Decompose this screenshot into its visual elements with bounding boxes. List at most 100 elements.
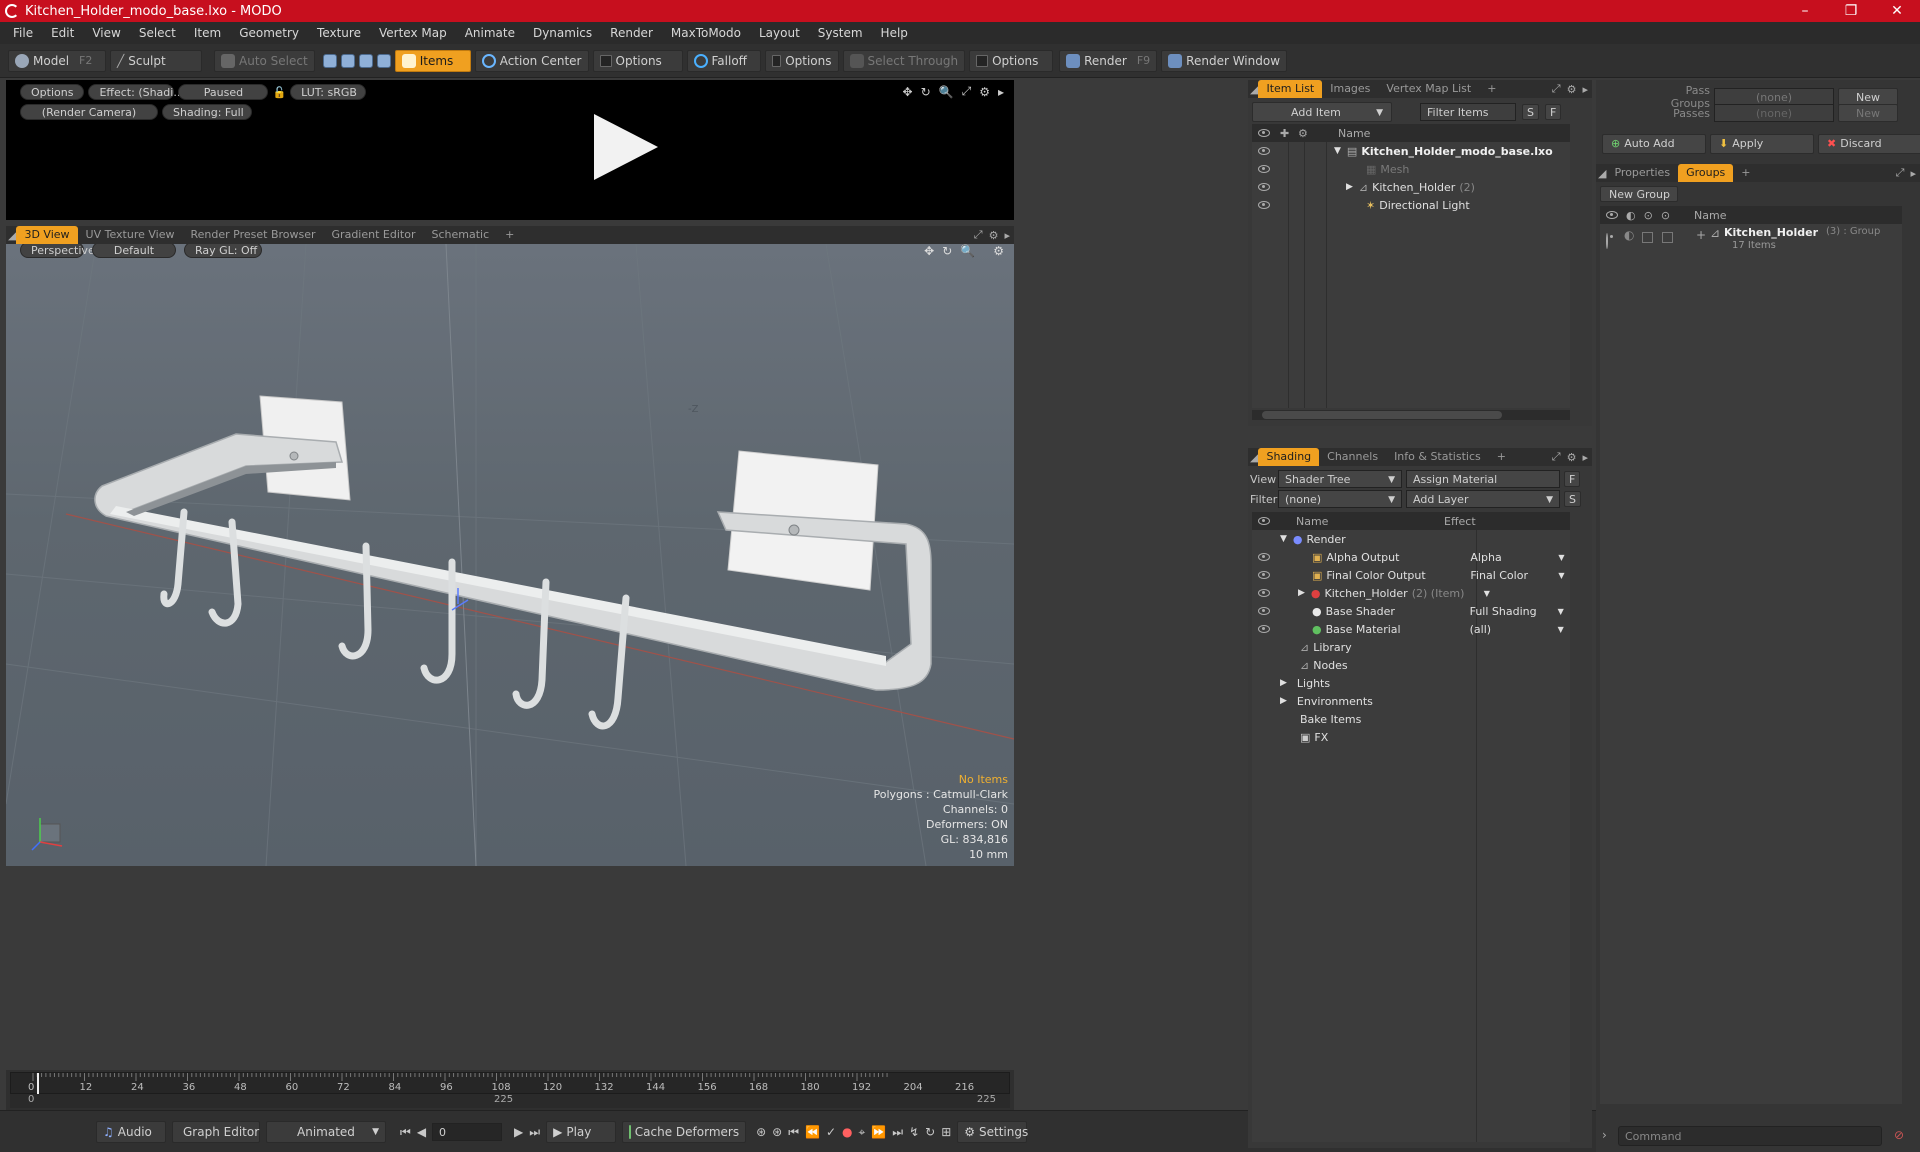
items-mode-button[interactable]: Items [394,49,471,72]
vertices-mode-icon[interactable] [322,53,337,68]
tab-uv-texture-view[interactable]: UV Texture View [78,226,183,244]
maximize-panel-icon[interactable]: ⤢ [974,228,983,242]
play-icon[interactable] [594,114,658,180]
timeline-ruler[interactable]: 0 12 24 36 48 60 72 84 96 108 120 132 144 156 168 180 19… [10,1072,1010,1095]
preview-camera-dropdown[interactable]: (Render Camera) [20,104,158,120]
visibility-eye-icon[interactable] [1258,607,1270,615]
polygons-mode-icon[interactable] [358,53,373,68]
menu-maxtomodo[interactable]: MaxToModo [662,22,750,44]
view-dropdown[interactable]: Shader Tree ▼ [1278,470,1402,488]
expand-arrow-icon[interactable]: ▼ [1334,146,1341,156]
chevron-down-icon[interactable]: ▼ [1558,625,1564,634]
timeline[interactable]: 0 12 24 36 48 60 72 84 96 108 120 132 144 156 168 180 19… [6,1070,1014,1110]
visibility-eye-icon[interactable] [1258,165,1270,173]
maximize-panel-icon[interactable]: ⤢ [1552,450,1561,464]
render-button[interactable]: Render F9 [1059,49,1158,72]
tab-item-list[interactable]: Item List [1258,80,1323,98]
tree-row-scene[interactable]: ▼ ▤ Kitchen_Holder_modo_base.lxo [1252,142,1570,160]
expand-arrow-icon[interactable]: ▶ [1280,678,1287,688]
tree-row-mesh[interactable]: ▦ Mesh [1252,160,1570,178]
maximize-view-icon[interactable]: ⤢ [962,84,972,99]
gear-icon[interactable]: ⚙ [989,229,999,242]
key-icon[interactable]: ⊛ [756,1125,766,1139]
maximize-panel-icon[interactable]: ⤢ [1552,82,1561,96]
next-key-icon[interactable]: ⏭ [892,1125,903,1140]
3d-viewport[interactable]: -Z Perspective Default Ray GL: Off ✥ ↻ 🔍… [6,244,1014,866]
onion-icon[interactable]: ↯ [909,1125,919,1139]
tab-images[interactable]: Images [1322,80,1378,98]
add-item-dropdown[interactable]: Add Item ▼ [1252,102,1392,122]
shader-row-alpha-output[interactable]: ▣ Alpha Output Alpha ▼ [1252,548,1570,566]
falloff-button[interactable]: Falloff [686,49,761,72]
passes-dropdown[interactable]: (none) [1714,104,1834,122]
shader-row-kitchen-holder[interactable]: ▶ ● Kitchen_Holder (2) (Item) ▼ [1252,584,1570,602]
cache-deformers-button[interactable]: Cache Deformers [622,1121,747,1143]
key-toggle-icon[interactable]: ✓ [826,1125,836,1139]
menu-select[interactable]: Select [130,22,185,44]
filter-items-input[interactable]: Filter Items [1420,103,1516,121]
apply-button[interactable]: ⬇ Apply [1710,134,1814,154]
expand-arrow-icon[interactable]: ▶ [1346,182,1353,192]
select-through-button[interactable]: Select Through [842,49,966,72]
falloff-options-button[interactable]: Options [764,49,839,72]
menu-animate[interactable]: Animate [456,22,524,44]
menu-arrow-icon[interactable]: ▸ [1582,83,1588,96]
default-dropdown[interactable]: Default [92,244,176,258]
graph-editor-button[interactable]: Graph Editor [172,1121,260,1143]
tab-channels[interactable]: Channels [1319,448,1386,466]
new-pass-button[interactable]: New [1838,104,1898,122]
move-view-icon[interactable]: ✥ [924,244,934,258]
filter-f-button[interactable]: F [1544,104,1562,120]
play-button[interactable]: ▶ Play [546,1121,617,1143]
shader-row-render[interactable]: ▼ ● Render [1252,530,1570,548]
preview-shading-dropdown[interactable]: Shading: Full [162,104,252,120]
tab-shading[interactable]: Shading [1258,448,1320,466]
add-tab-icon[interactable]: + [1733,164,1758,182]
shader-row-lights[interactable]: ▶ Lights [1252,674,1570,692]
preview-effect-dropdown[interactable]: Effect: (Shadi... [88,84,184,100]
shader-row-environments[interactable]: ▶ Environments [1252,692,1570,710]
rotate-view-icon[interactable]: ↻ [921,85,931,99]
discard-button[interactable]: ✖ Discard [1818,134,1920,154]
visibility-eye-icon[interactable] [1606,233,1608,249]
gear-icon[interactable]: ⚙ [993,244,1004,258]
shader-row-final-color-output[interactable]: ▣ Final Color Output Final Color ▼ [1252,566,1570,584]
menu-arrow-icon[interactable]: ▸ [1910,167,1916,180]
shader-row-base-material[interactable]: ● Base Material (all) ▼ [1252,620,1570,638]
menu-view[interactable]: View [83,22,129,44]
chevron-down-icon[interactable]: ▼ [1558,607,1564,616]
menu-texture[interactable]: Texture [308,22,370,44]
record-icon[interactable]: ● [842,1125,852,1139]
visibility-eye-icon[interactable] [1258,183,1270,191]
last-frame-icon[interactable]: ⏭ [529,1125,540,1140]
effect-dropdown[interactable]: Alpha [1470,551,1558,564]
menu-arrow-icon[interactable]: ▸ [1582,451,1588,464]
shading-f-button[interactable]: F [1564,471,1581,487]
add-tab-icon[interactable]: + [1479,80,1504,98]
shader-row-fx[interactable]: ▣ FX [1252,728,1570,746]
chevron-down-icon[interactable]: ▼ [1484,589,1490,598]
gear-icon[interactable]: ⚙ [979,85,990,99]
action-center-button[interactable]: Action Center [474,49,589,72]
perspective-dropdown[interactable]: Perspective [20,244,95,258]
menu-render[interactable]: Render [601,22,662,44]
menu-dynamics[interactable]: Dynamics [524,22,601,44]
visibility-eye-icon[interactable] [1258,201,1270,209]
menu-item[interactable]: Item [185,22,230,44]
shader-row-base-shader[interactable]: ● Base Shader Full Shading ▼ [1252,602,1570,620]
filter-dropdown[interactable]: (none) ▼ [1278,490,1402,508]
maximize-panel-icon[interactable]: ⤢ [1896,166,1905,180]
model-mode-button[interactable]: Model F2 [8,49,106,72]
shader-row-nodes[interactable]: ⊿ Nodes [1252,656,1570,674]
action-center-options-button[interactable]: Options [592,49,683,72]
menu-file[interactable]: File [4,22,42,44]
raygl-dropdown[interactable]: Ray GL: Off [184,244,262,258]
move-view-icon[interactable]: ✥ [903,85,913,99]
next-key-step-icon[interactable]: ⏩ [871,1125,886,1139]
maximize-button[interactable]: ❐ [1828,0,1874,22]
auto-key-icon[interactable]: ⌖ [859,1125,866,1140]
menu-edit[interactable]: Edit [42,22,83,44]
minimize-button[interactable]: – [1782,0,1828,22]
add-tab-icon[interactable]: + [1489,448,1514,466]
shader-row-bake-items[interactable]: Bake Items [1252,710,1570,728]
